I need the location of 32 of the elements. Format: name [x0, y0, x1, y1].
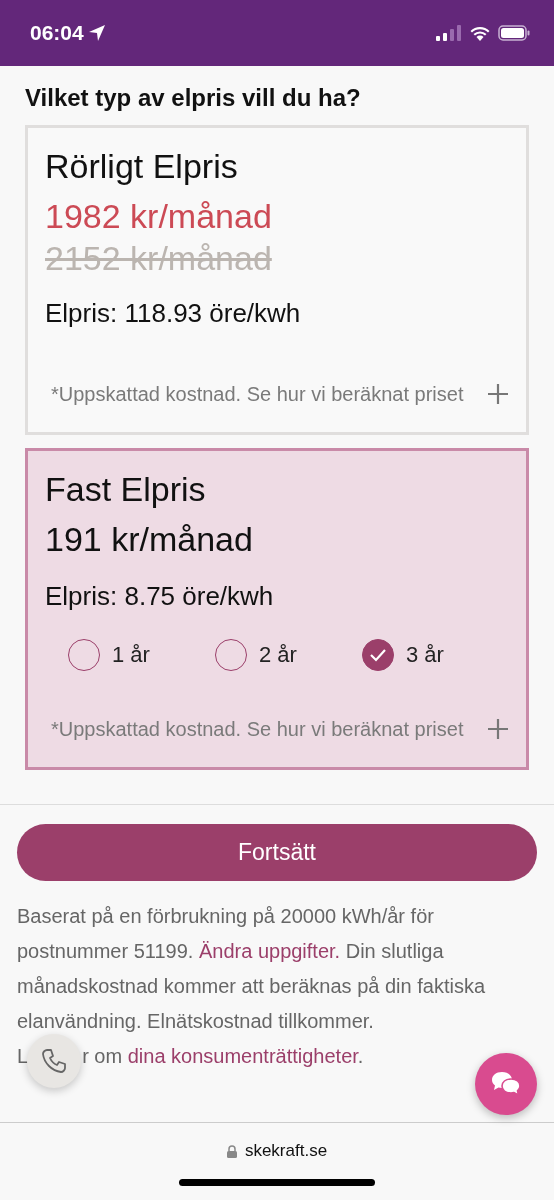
monthly-price: 191 kr/månad [45, 519, 254, 560]
monthly-price: 1982 kr/månad [45, 196, 273, 237]
location-arrow-icon [87, 24, 106, 42]
price-option-card[interactable]: Rörligt Elpris 1982 kr/månad 2152 kr/månad Elpris: 118.93 öre/kwh *Uppskattad kostnad. Se hur vi beräknat priset [25, 125, 529, 435]
price-option-card[interactable]: Fast Elpris 191 kr/månad Elpris: 8.75 öre/kwh 1 år 2 år 3 år *Uppskattad kostnad. Se hur vi beräknat priset [25, 448, 529, 770]
estimate-note: *Uppskattad kostnad. Se hur vi beräknat priset [51, 382, 464, 406]
clock: 06:04 [30, 21, 84, 45]
option-title: Fast Elpris [45, 469, 207, 509]
lock-icon [226, 1144, 237, 1158]
old-price: 2152 kr/månad [45, 238, 273, 278]
expand-icon[interactable] [487, 383, 509, 405]
term-option[interactable]: 2 år [215, 637, 362, 673]
rate-text: Elpris: 118.93 öre/kwh [45, 298, 302, 328]
phone-button[interactable] [27, 1034, 81, 1088]
edit-details-link[interactable]: Ändra uppgifter. [198, 940, 341, 962]
info-paragraph: Baserat på en förbrukning på 20000 kWh/år för postnummer 51199. Ändra uppgifter. Din slutliga månadskostnad kommer att beräknas på din faktiska elanvändning. Elnätskostnad tillkommer. [17, 904, 487, 1034]
chat-button[interactable] [475, 1053, 537, 1115]
phone-icon [40, 1047, 68, 1075]
radio-checked-icon[interactable] [362, 639, 394, 671]
continue-button[interactable]: Fortsätt [17, 824, 537, 881]
signal-icon [436, 25, 462, 41]
option-title: Rörligt Elpris [45, 146, 239, 186]
expand-icon[interactable] [487, 718, 509, 740]
question-heading: Vilket typ av elpris vill du ha? [25, 84, 362, 112]
term-option[interactable]: 3 år [362, 637, 509, 673]
battery-icon [498, 25, 530, 41]
wifi-icon [469, 25, 491, 41]
consumer-rights-link[interactable]: dina konsumenträttigheter [127, 1045, 358, 1067]
estimate-note: *Uppskattad kostnad. Se hur vi beräknat priset [51, 717, 464, 741]
rate-text: Elpris: 8.75 öre/kwh [45, 581, 275, 611]
url-text: skekraft.se [244, 1141, 328, 1161]
term-option[interactable]: 1 år [68, 637, 215, 673]
